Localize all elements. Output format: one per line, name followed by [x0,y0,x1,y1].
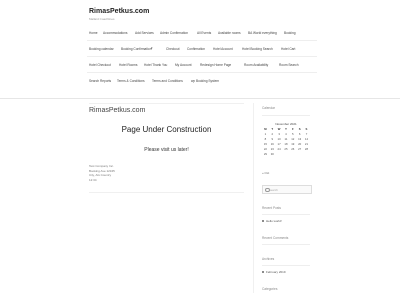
nav-item-room-availability[interactable]: Room Availability [244,63,268,67]
nav-item-wp-booking-system[interactable]: wp Booking System [191,79,219,83]
nav-item-my-account[interactable]: My Account [175,63,191,67]
visit-message: Please visit us later! [144,147,189,153]
company-address: Test Company Inc. Booking Ave 12345 City… [89,164,115,182]
nav-item-terms-conditions[interactable]: Terms & Conditions [117,79,145,83]
nav-item-booking-calendar[interactable]: Booking calendar [89,47,114,51]
sidebar-divider [253,103,254,293]
nav-item-room-search[interactable]: Room Search [279,63,299,67]
address-line: Test Company Inc. [89,164,114,168]
main-navigation: Home Accommodations Add Services Admin C… [87,25,317,88]
nav-row-1: Home Accommodations Add Services Admin C… [87,25,317,41]
calendar-day [303,152,310,157]
main-content: RimasPetkus.com Page Under Construction … [89,103,244,193]
nav-item-hotel-thank-you[interactable]: Hotel Thank You [144,63,167,67]
widget-divider [262,265,310,266]
nav-item-add-services[interactable]: Add Services [135,31,154,35]
nav-item-booking[interactable]: Booking [284,31,296,35]
address-line: 12:34 [89,177,97,182]
nav-row-3: Hotel Checkout Hotel Rooms Hotel Thank Y… [87,57,317,73]
calendar-widget-title: Calendar [262,106,275,110]
nav-item-checkout[interactable]: Checkout [166,47,179,51]
bullet-icon [262,271,264,273]
site-tagline: Mallard Coachlines [89,17,115,21]
nav-item-ba-world[interactable]: BA World everything [248,31,277,35]
search-input[interactable]: Search [262,185,312,194]
nav-item-admin-confirmation[interactable]: Admin Confirmation [160,31,188,35]
nav-row-2: Booking calendar Booking Confirmation Ch… [87,41,317,57]
site-title[interactable]: RimasPetkus.com [89,8,149,15]
nav-item-hotel-account[interactable]: Hotel Account [213,47,233,51]
nav-item-hotel-rooms[interactable]: Hotel Rooms [119,63,137,67]
chevron-down-icon[interactable]: ▾ [151,46,153,50]
nav-item-accommodations[interactable]: Accommodations [103,31,127,35]
calendar-day [296,152,303,157]
recent-post-link[interactable]: Hello world! [266,219,282,223]
recent-comments-title: Recent Comments [262,236,289,240]
nav-item-search-reports[interactable]: Search Reports [89,79,111,83]
nav-item-home[interactable]: Home [89,31,98,35]
nav-row-4: Search Reports Terms & Conditions Terms … [87,73,317,88]
nav-item-booking-confirmation[interactable]: Booking Confirmation [121,47,151,51]
nav-item-confirmation[interactable]: Confirmation [187,47,205,51]
nav-item-available-rooms[interactable]: Available rooms [218,31,241,35]
nav-item-all-events[interactable]: All Events [197,31,211,35]
calendar-day [289,152,296,157]
widget-divider [262,244,310,245]
content-logo: RimasPetkus.com [89,107,146,114]
archive-link[interactable]: February 2019 [266,270,286,274]
search-placeholder: Search [269,187,278,192]
calendar-week: 29 30 [262,152,310,157]
nav-item-hotel-cart[interactable]: Hotel Cart [281,47,295,51]
nav-item-redesign-home-page[interactable]: Redesign Home Page [200,63,231,67]
calendar-table: M T W T F S S 1 2 3 4 5 6 7 8 9 10 11 12… [262,127,310,157]
calendar-day [276,152,283,157]
archives-title: Archives [262,257,275,261]
nav-item-hotel-checkout[interactable]: Hotel Checkout [89,63,111,67]
page-title: Page Under Construction [121,125,212,134]
calendar-day: 29 [263,152,267,156]
calendar-prev-link[interactable]: « Oct [262,171,269,175]
categories-title: Categories [262,287,278,291]
site-header: RimasPetkus.com Mallard Coachlines Home … [0,0,400,99]
calendar-caption: November 2021 [275,122,297,126]
widget-divider [262,115,310,116]
widget-divider [262,214,310,215]
nav-item-hotel-booking-search[interactable]: Hotel Booking Search [242,47,273,51]
recent-posts-title: Recent Posts [262,206,281,210]
calendar-day: 30 [270,152,274,156]
nav-item-terms-and-conditions[interactable]: Terms and Conditions [152,79,183,83]
bullet-icon [262,220,264,222]
calendar-day [283,152,290,157]
